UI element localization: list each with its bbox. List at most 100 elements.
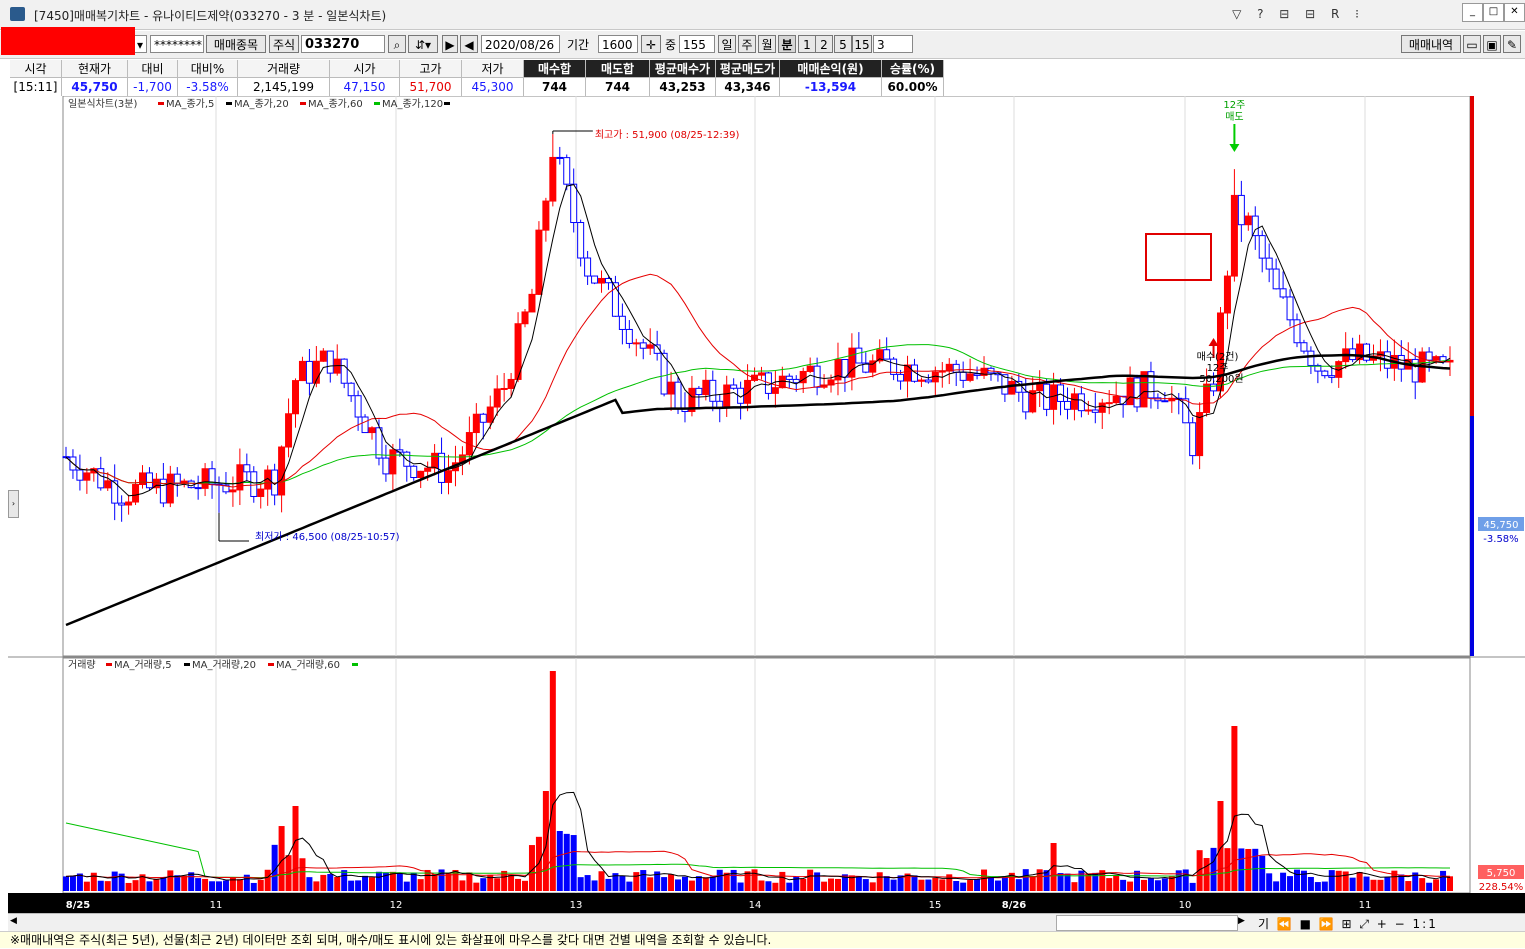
interval-5-button[interactable]: 5 — [834, 35, 852, 53]
trade-stock-button[interactable]: 매매종목 — [206, 35, 266, 53]
day-button[interactable]: 일 — [718, 35, 736, 53]
maximize-button[interactable]: □ — [1483, 3, 1504, 22]
candle-body-123 — [917, 379, 925, 382]
candle-body-87 — [667, 381, 675, 395]
minute-button[interactable]: 분 — [778, 35, 796, 53]
volume-bar-6 — [104, 881, 111, 891]
volume-bar-137 — [1015, 879, 1022, 891]
left-expand-icon[interactable]: › — [8, 490, 19, 518]
interval-1-button[interactable]: 1 — [798, 35, 816, 53]
info-header-9: 매도합 — [586, 60, 650, 78]
volume-bar-42 — [355, 880, 362, 891]
interval-input[interactable]: 3 — [873, 35, 913, 53]
volume-bar-63 — [501, 870, 508, 891]
trade-history-button[interactable]: 매매내역 — [1401, 35, 1461, 53]
prev-icon[interactable]: ◀ — [460, 35, 478, 53]
candle-body-88 — [674, 381, 682, 409]
candle-body-63 — [500, 387, 508, 390]
account-dropdown-icon[interactable]: ▾ — [133, 35, 147, 53]
next-icon[interactable]: ▶ — [442, 35, 458, 53]
volume-legend-item-1: MA_거래량,20 — [192, 659, 256, 671]
mid-input[interactable]: 155 — [679, 35, 715, 53]
info-header-11: 평균매도가 — [716, 60, 780, 78]
interval-2-button[interactable]: 2 — [815, 35, 833, 53]
period-input[interactable]: 1600 — [598, 35, 638, 53]
candle-body-130 — [966, 373, 974, 381]
date-input[interactable]: 2020/08/26 — [481, 35, 560, 53]
volume-bar-89 — [681, 876, 688, 891]
volume-bar-132 — [981, 869, 988, 891]
info-header-12: 매매손익(원) — [780, 60, 882, 78]
title-tool-icons[interactable]: ▽ ? ⊟ ⊟ R ⁝ — [1232, 7, 1365, 21]
volume-bar-80 — [619, 875, 626, 891]
search-icon[interactable]: ⌕ — [388, 35, 406, 53]
info-value-0: [15:11] — [10, 78, 62, 96]
minimize-button[interactable]: _ — [1462, 3, 1483, 22]
scroll-right-icon[interactable]: ▶ — [1238, 916, 1245, 926]
volume-bar-10 — [132, 880, 139, 891]
info-header-2: 대비 — [128, 60, 178, 78]
account-password-field[interactable]: ******** — [150, 35, 204, 53]
info-value-3: -3.58% — [178, 78, 238, 96]
volume-bar-171 — [1252, 848, 1259, 891]
candle-body-162 — [1189, 422, 1197, 457]
scroll-left-icon[interactable]: ◀ — [10, 916, 20, 928]
folder-icon[interactable]: ▭ — [1463, 35, 1481, 53]
volume-bar-138 — [1022, 869, 1029, 891]
save-icon[interactable]: ▣ — [1483, 35, 1501, 53]
volume-bar-74 — [577, 877, 584, 891]
candle-body-19 — [194, 487, 202, 490]
candle-body-173 — [1265, 257, 1273, 270]
candle-body-172 — [1258, 235, 1266, 259]
volume-bar-190 — [1384, 877, 1391, 891]
zoom-tools[interactable]: 기 ⏪ ■ ⏩ ⊞ ⤢ + − 1:1 — [1258, 915, 1438, 932]
volume-bar-106 — [800, 878, 807, 891]
volume-bar-1 — [69, 875, 76, 891]
candle-body-31 — [278, 446, 286, 496]
candle-body-182 — [1328, 375, 1336, 378]
volume-bar-177 — [1293, 869, 1300, 891]
month-button[interactable]: 월 — [758, 35, 776, 53]
sort-icon[interactable]: ⇵▾ — [408, 35, 438, 53]
volume-bar-33 — [292, 806, 299, 891]
candle-body-153 — [1126, 377, 1134, 406]
volume-bar-102 — [772, 882, 779, 891]
volume-bar-168 — [1231, 726, 1238, 891]
candle-body-76 — [591, 275, 599, 284]
candle-body-77 — [598, 277, 606, 284]
volume-bar-131 — [974, 879, 981, 891]
volume-bar-119 — [890, 879, 897, 891]
candle-body-81 — [625, 328, 633, 344]
crosshair-icon[interactable]: ✛ — [641, 35, 661, 53]
interval-15-button[interactable]: 15 — [852, 35, 872, 53]
volume-bar-109 — [821, 881, 828, 891]
candle-body-147 — [1084, 409, 1092, 412]
candle-body-120 — [897, 373, 905, 382]
volume-box-pct: 228.54% — [1479, 882, 1524, 893]
chart-area[interactable]: 일본식차트(3분) MA_종가,5 MA_종가,20 MA_종가,60 MA_종가,12… — [8, 95, 1525, 913]
candle-body-107 — [806, 365, 814, 372]
chart-scrollbar[interactable]: ◀ ▶ 기 ⏪ ■ ⏩ ⊞ ⤢ + − 1:1 — [8, 913, 1525, 932]
candle-body-3 — [83, 472, 91, 481]
wrench-icon[interactable]: ✎ — [1503, 35, 1521, 53]
candle-body-174 — [1272, 268, 1280, 290]
candle-chart-svg[interactable]: 일본식차트(3분) MA_종가,5 MA_종가,20 MA_종가,60 MA_종가,12… — [8, 95, 1525, 913]
market-selector[interactable]: 주식 — [269, 35, 299, 53]
volume-bar-37 — [320, 874, 327, 891]
volume-bar-53 — [431, 874, 438, 891]
week-button[interactable]: 주 — [738, 35, 756, 53]
info-value-12: -13,594 — [780, 78, 882, 96]
candle-body-52 — [424, 467, 432, 472]
volume-bar-22 — [216, 881, 223, 891]
volume-bar-187 — [1363, 876, 1370, 891]
close-button[interactable]: ✕ — [1504, 3, 1525, 22]
info-value-10: 43,253 — [650, 78, 716, 96]
volume-bar-39 — [334, 876, 341, 891]
candle-body-66 — [521, 311, 529, 325]
stock-code-input[interactable]: 033270 — [301, 35, 385, 53]
scroll-thumb[interactable] — [1056, 915, 1238, 931]
info-value-7: 45,300 — [462, 78, 524, 96]
candle-body-187 — [1363, 343, 1371, 361]
volume-bar-152 — [1120, 879, 1127, 891]
x-axis-label-5: 15 — [929, 900, 942, 911]
